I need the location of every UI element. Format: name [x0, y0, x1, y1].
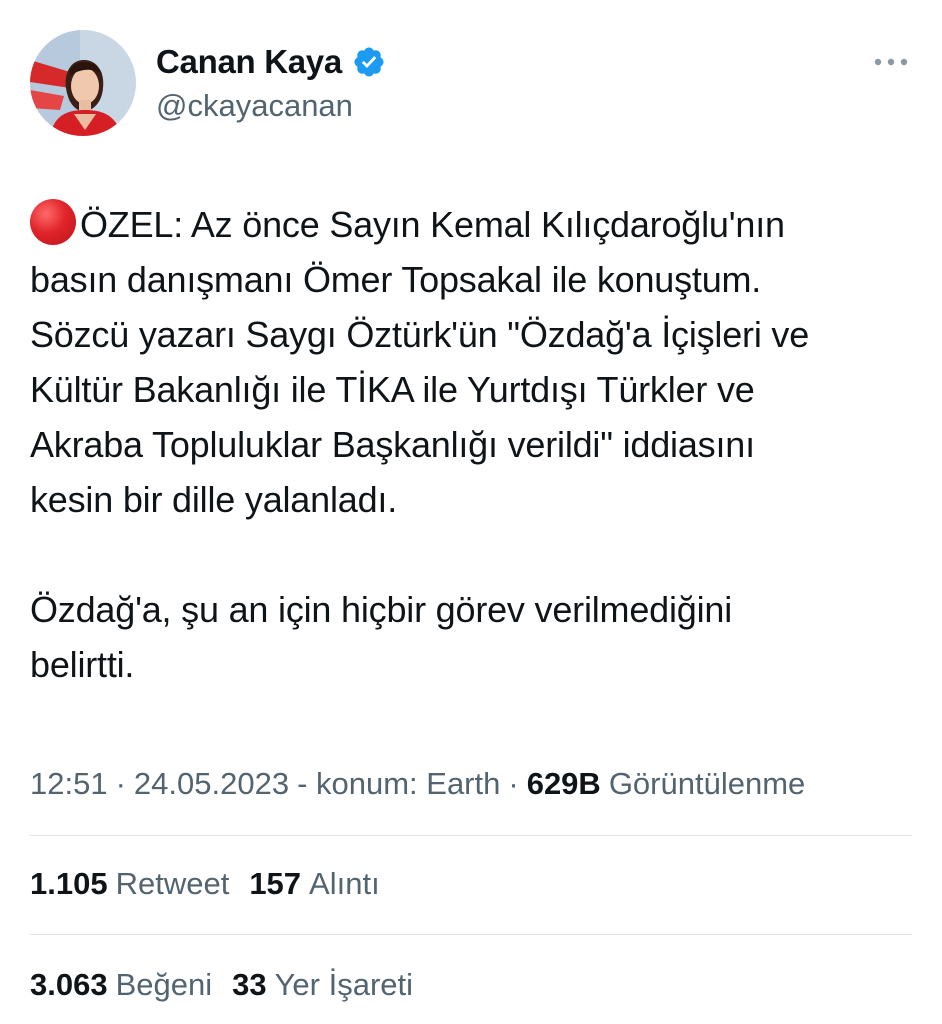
- likes-stat[interactable]: 3.063 Beğeni: [30, 967, 212, 1003]
- meta-separator-2: ·: [508, 766, 519, 801]
- retweets-label: Retweet: [115, 866, 230, 901]
- verified-badge-icon: [354, 47, 384, 77]
- bookmarks-label: Yer İşareti: [274, 967, 414, 1002]
- tweet-location: - konum: Earth: [297, 766, 501, 801]
- stats-row-retweets: 1.105 Retweet 157 Alıntı: [30, 860, 400, 908]
- views-count: 629B: [526, 766, 601, 801]
- author-name-row[interactable]: Canan Kaya: [156, 40, 386, 84]
- retweets-count: 1.105: [30, 866, 108, 901]
- red-circle-icon: [30, 199, 76, 245]
- divider: [30, 835, 912, 836]
- quotes-count: 157: [249, 866, 302, 901]
- author-display-name[interactable]: Canan Kaya: [156, 43, 342, 81]
- divider: [30, 934, 912, 935]
- quotes-stat[interactable]: 157 Alıntı: [249, 866, 379, 902]
- tweet-date[interactable]: 24.05.2023: [134, 766, 289, 802]
- bookmarks-stat[interactable]: 33 Yer İşareti: [232, 967, 413, 1003]
- tweet-time[interactable]: 12:51: [30, 766, 108, 802]
- tweet-paragraph-2: Özdağ'a, şu an için hiçbir görev verilme…: [30, 589, 733, 685]
- stats-row-likes: 3.063 Beğeni 33 Yer İşareti: [30, 961, 433, 1009]
- meta-separator: ·: [115, 766, 126, 801]
- avatar-image: [30, 30, 136, 136]
- tweet-paragraph-1: ÖZEL: Az önce Sayın Kemal Kılıçdaroğlu'n…: [30, 197, 925, 527]
- retweets-stat[interactable]: 1.105 Retweet: [30, 866, 229, 902]
- tweet-paragraph-1-text: ÖZEL: Az önce Sayın Kemal Kılıçdaroğlu'n…: [30, 204, 810, 520]
- tweet-text: ÖZEL: Az önce Sayın Kemal Kılıçdaroğlu'n…: [30, 197, 925, 692]
- likes-label: Beğeni: [115, 967, 213, 1002]
- author-handle[interactable]: @ckayacanan: [156, 88, 353, 124]
- tweet-meta: 12:51 · 24.05.2023 - konum: Earth · 629B…: [30, 760, 805, 808]
- avatar[interactable]: [30, 30, 136, 136]
- likes-count: 3.063: [30, 967, 108, 1002]
- views-label: Görüntülenme: [608, 766, 806, 801]
- more-options-icon[interactable]: [872, 52, 910, 72]
- quotes-label: Alıntı: [309, 866, 380, 901]
- bookmarks-count: 33: [232, 967, 267, 1002]
